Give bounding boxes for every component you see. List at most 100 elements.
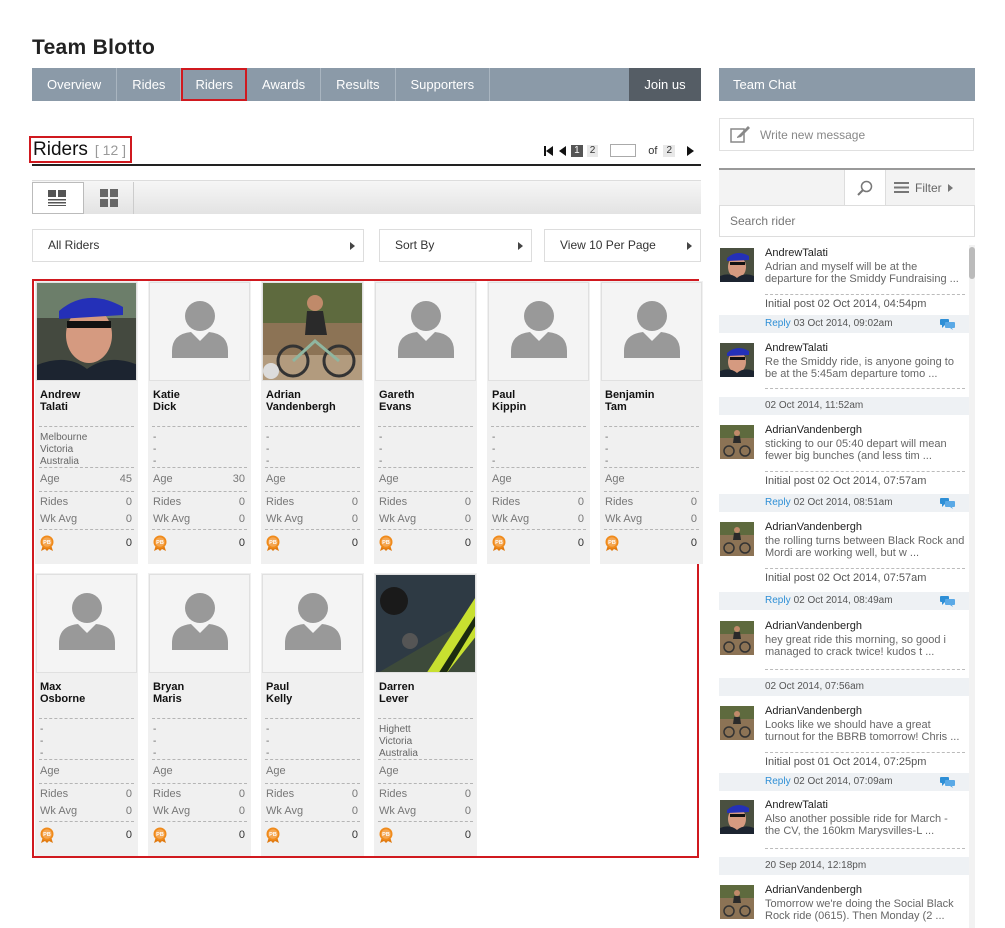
rider-card[interactable]: Paul Kippin - - - Age Rides 0 Wk Avg 0 PB 0 [487,281,590,564]
chat-bubble-icon[interactable] [940,777,955,788]
message-author[interactable]: AndrewTalati [765,247,828,259]
grid-view-button[interactable] [84,182,134,214]
message-body[interactable]: hey great ride this morning, so good i m… [765,634,965,658]
rider-card[interactable]: Paul Kelly - - - Age Rides 0 Wk Avg 0 PB 0 [261,573,364,856]
join-us-button[interactable]: Join us [629,68,701,101]
chat-message[interactable]: AdrianVandenbergh the rolling turns betwe… [719,519,969,610]
page-number-input[interactable] [610,144,637,157]
avatar[interactable] [720,621,754,655]
rider-card[interactable]: Darren Lever Highett Victoria Australia Age Ri… [374,573,477,856]
rider-photo[interactable] [375,282,476,381]
message-author[interactable]: AdrianVandenbergh [765,424,862,436]
reply-link[interactable]: Reply [765,595,791,606]
rider-photo[interactable] [488,282,589,381]
rider-photo[interactable] [262,574,363,673]
per-page-select[interactable]: View 10 Per Page [544,229,701,262]
message-author[interactable]: AdrianVandenbergh [765,620,862,632]
message-body[interactable]: Looks like we should have a great turnou… [765,719,965,743]
avatar[interactable] [720,885,754,919]
rider-photo[interactable] [601,282,702,381]
prev-page-icon[interactable] [557,145,567,157]
message-body[interactable]: Tomorrow we're doing the Social Black Ro… [765,898,965,922]
chat-scrollbar-thumb[interactable] [969,247,975,279]
message-author[interactable]: AndrewTalati [765,342,828,354]
message-author[interactable]: AndrewTalati [765,799,828,811]
rider-card[interactable]: Katie Dick - - - Age 30 Rides 0 Wk Avg 0 PB 0 [148,281,251,564]
message-author[interactable]: AdrianVandenbergh [765,705,862,717]
chat-message[interactable]: AdrianVandenbergh hey great ride this mor… [719,618,969,696]
chat-bubble-icon[interactable] [940,319,955,330]
message-body[interactable]: Re the Smiddy ride, is anyone going to b… [765,356,965,380]
tab-results[interactable]: Results [321,68,396,101]
page-1-link[interactable]: 1 [571,144,583,157]
chat-scrollbar[interactable] [969,245,975,928]
chat-message[interactable]: AndrewTalati Also another possible ride f… [719,797,969,875]
divider [265,426,360,427]
rider-photo[interactable] [36,574,137,673]
tab-riders[interactable]: Riders [181,68,248,101]
chat-message[interactable]: AdrianVandenbergh Tomorrow we're doing th… [719,882,969,928]
divider [265,718,360,719]
chat-filter-button[interactable]: Filter [894,170,953,205]
reply-link[interactable]: Reply [765,318,791,329]
chat-message[interactable]: AdrianVandenbergh sticking to our 05:40 d… [719,422,969,512]
divider [265,783,360,784]
page-2-link[interactable]: 2 [586,144,599,157]
rider-photo[interactable] [149,282,250,381]
reply-link[interactable]: Reply [765,776,791,787]
divider [604,491,699,492]
chat-message[interactable]: AndrewTalati Re the Smiddy ride, is anyon… [719,340,969,415]
avatar[interactable] [720,343,754,377]
rider-name[interactable]: Benjamin Tam [605,389,655,413]
avatar[interactable] [720,800,754,834]
rider-name[interactable]: Darren Lever [379,681,414,705]
riders-filter-label: All Riders [48,238,100,252]
rider-age: Age [379,473,399,485]
rider-photo[interactable] [36,282,137,381]
rider-name[interactable]: Katie Dick [153,389,180,413]
message-body[interactable]: Also another possible ride for March - t… [765,813,965,837]
rider-name[interactable]: Paul Kippin [492,389,526,413]
message-author[interactable]: AdrianVandenbergh [765,884,862,896]
tab-overview[interactable]: Overview [32,68,118,101]
rider-photo[interactable] [149,574,250,673]
message-author[interactable]: AdrianVandenbergh [765,521,862,533]
tab-awards[interactable]: Awards [247,68,322,101]
rider-card[interactable]: Andrew Talati Melbourne Victoria Australia Ag… [35,281,138,564]
rider-name[interactable]: Adrian Vandenbergh [266,389,336,413]
list-view-button[interactable] [32,182,84,214]
avatar[interactable] [720,706,754,740]
rider-photo[interactable] [375,574,476,673]
rider-card[interactable]: Max Osborne - - - Age Rides 0 Wk Avg 0 PB 0 [35,573,138,856]
first-page-icon[interactable] [543,145,553,157]
avatar[interactable] [720,425,754,459]
message-body[interactable]: the rolling turns between Black Rock and… [765,535,965,559]
chat-bubble-icon[interactable] [940,498,955,509]
chat-bubble-icon[interactable] [940,596,955,607]
message-body[interactable]: sticking to our 05:40 depart will mean f… [765,438,965,462]
chat-message[interactable]: AdrianVandenbergh Looks like we should ha… [719,703,969,791]
rider-name[interactable]: Bryan Maris [153,681,184,705]
sort-by-select[interactable]: Sort By [379,229,532,262]
avatar[interactable] [720,248,754,282]
search-rider-input[interactable]: Search rider [719,205,975,237]
rider-card[interactable]: Bryan Maris - - - Age Rides 0 Wk Avg 0 PB 0 [148,573,251,856]
message-body[interactable]: Adrian and myself will be at the departu… [765,261,965,285]
rider-photo[interactable] [262,282,363,381]
tab-rides[interactable]: Rides [117,68,182,101]
avatar[interactable] [720,522,754,556]
tab-supporters[interactable]: Supporters [396,68,491,101]
chat-search-button[interactable] [844,170,886,205]
reply-link[interactable]: Reply [765,497,791,508]
next-page-icon[interactable] [685,145,695,157]
write-message-input[interactable]: Write new message [719,118,974,151]
chat-message[interactable]: AndrewTalati Adrian and myself will be at… [719,245,969,333]
rider-name[interactable]: Gareth Evans [379,389,414,413]
rider-name[interactable]: Paul Kelly [266,681,292,705]
rider-card[interactable]: Gareth Evans - - - Age Rides 0 Wk Avg 0 PB 0 [374,281,477,564]
rider-card[interactable]: Benjamin Tam - - - Age Rides 0 Wk Avg 0 PB 0 [600,281,703,564]
rider-card[interactable]: Adrian Vandenbergh - - - Age Rides 0 Wk Avg 0 PB 0 [261,281,364,564]
rider-name[interactable]: Max Osborne [40,681,85,705]
riders-filter-select[interactable]: All Riders [32,229,364,262]
rider-name[interactable]: Andrew Talati [40,389,80,413]
